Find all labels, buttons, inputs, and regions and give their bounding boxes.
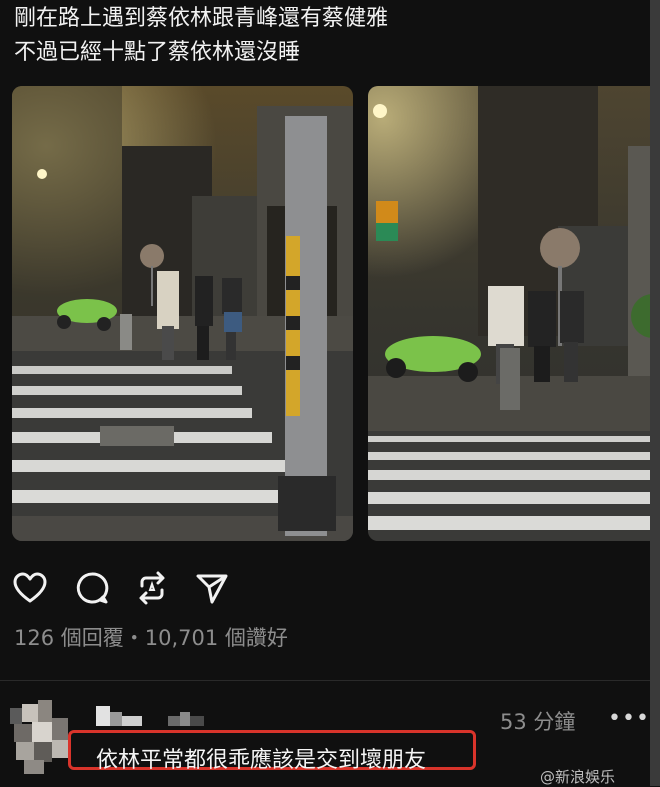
comment-icon[interactable]	[74, 570, 110, 606]
more-options-icon[interactable]: •••	[608, 706, 650, 731]
post-text: 剛在路上遇到蔡依林跟青峰還有蔡健雅 不過已經十點了蔡依林還沒睡	[14, 2, 388, 70]
avatar[interactable]	[10, 700, 72, 774]
post-text-line-1: 剛在路上遇到蔡依林跟青峰還有蔡健雅	[14, 6, 389, 31]
divider	[0, 680, 660, 681]
share-icon[interactable]	[194, 570, 230, 606]
street-photo-1[interactable]	[12, 86, 353, 541]
scrollbar-edge	[650, 0, 660, 786]
commenter-name[interactable]	[96, 704, 216, 728]
reply-time: 53 分鐘	[500, 710, 576, 734]
heart-icon[interactable]	[12, 570, 48, 606]
repost-icon[interactable]	[134, 570, 170, 606]
post-text-line-2: 不過已經十點了蔡依林還沒睡	[14, 40, 301, 65]
watermark: @新浪娛乐	[540, 768, 616, 786]
post-stats[interactable]: 126 個回覆・10,701 個讚好	[14, 622, 288, 652]
reply-text: 依林平常都很乖應該是交到壞朋友	[96, 748, 427, 773]
street-photo-2[interactable]	[368, 86, 660, 541]
